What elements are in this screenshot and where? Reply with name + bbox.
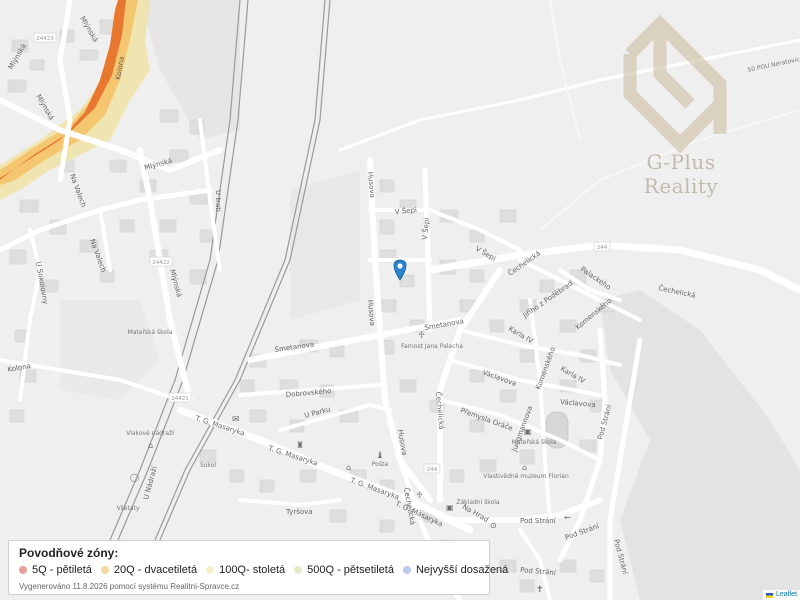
legend-item-500q: 500Q - pětsetiletá	[294, 564, 394, 576]
legend-item-100q: 100Q- stoletá	[206, 564, 285, 576]
legend-item-5q: 5Q - pětiletá	[19, 564, 92, 576]
legend-items: 5Q - pětiletá 20Q - dvacetiletá 100Q- st…	[19, 564, 508, 576]
leaflet-link[interactable]: Leaflet	[776, 590, 797, 600]
poi-zakladni-skola: Základní škola	[456, 499, 500, 506]
school-icon-2: ▣	[524, 427, 532, 436]
road-number-24421: 24421	[171, 396, 189, 402]
legend-label-100q: 100Q- stoletá	[219, 564, 286, 576]
legend-footer: Vygenerováno 11.8.2026 pomocí systému Re…	[19, 582, 240, 591]
poi-posta: Pošta	[372, 461, 389, 468]
station-icon: ⌂	[148, 441, 153, 450]
museum-icon: ⌂	[522, 463, 527, 472]
poi-materska-skola: Mateřská škola	[128, 329, 173, 336]
cemetery-icon: ✝	[536, 585, 544, 595]
road-number-24422: 24422	[152, 260, 170, 266]
road-number-244b: 244	[427, 467, 438, 473]
school-icon: ▣	[446, 503, 454, 512]
road-number-244: 244	[597, 245, 608, 251]
legend-item-20q: 20Q - dvacetiletá	[100, 564, 198, 576]
leaflet-attribution[interactable]: Leaflet	[762, 590, 800, 600]
legend-label-5q: 5Q - pětiletá	[32, 564, 92, 576]
legend-dot-100q	[206, 566, 215, 574]
legend-label-500q: 500Q - pětsetiletá	[307, 564, 394, 576]
logo-text: G-Plus Reality	[643, 150, 719, 198]
bank-icon: ⌂	[346, 463, 351, 472]
poi-station: Všetaty	[117, 505, 140, 512]
legend-dot-20q	[100, 566, 109, 574]
station-icon-2: ◯	[130, 473, 139, 482]
street-label-tyrsova: Tyršova	[285, 508, 313, 516]
road-number-24423: 24423	[36, 36, 54, 42]
post-icon: ✉	[232, 415, 240, 425]
poi-muzeum: Vlastivědné muzeum Florián	[483, 473, 569, 480]
legend-label-max: Nejvyšší dosažená	[415, 564, 509, 576]
poi-vlakove-nadrazi: Vlakové nádraží	[126, 430, 174, 437]
street-label-u-trati: U trati	[214, 190, 222, 212]
legend-label-20q: 20Q - dvacetiletá	[113, 564, 198, 576]
church-icon-2: ♱	[416, 491, 423, 501]
arrow-left-icon: ←	[564, 513, 571, 522]
legend-dot-500q	[294, 566, 303, 574]
legend-dot-max	[402, 566, 411, 574]
poi-farnost: Farnost Jana Palacha	[401, 343, 463, 350]
poi-sokol: Sokol	[200, 462, 216, 469]
ukraine-flag-icon	[765, 592, 773, 598]
map-pin-center	[397, 263, 403, 269]
legend-dot-5q	[19, 566, 27, 574]
poi-icon: ♝	[376, 451, 384, 461]
monument-icon: ♜	[296, 441, 304, 451]
church-icon: ♱	[418, 331, 425, 341]
flood-zones-legend: Povodňové zóny: 5Q - pětiletá 20Q - dvac…	[8, 540, 508, 595]
poi-materska-skola2: Mateřská škola	[512, 439, 557, 446]
parking-icon: ⊙	[490, 521, 497, 530]
street-label-pod-strani2: Pod Strání	[520, 517, 557, 525]
legend-item-max: Nejvyšší dosažená	[402, 564, 509, 576]
legend-title: Povodňové zóny:	[19, 546, 119, 560]
field-area	[290, 170, 360, 320]
